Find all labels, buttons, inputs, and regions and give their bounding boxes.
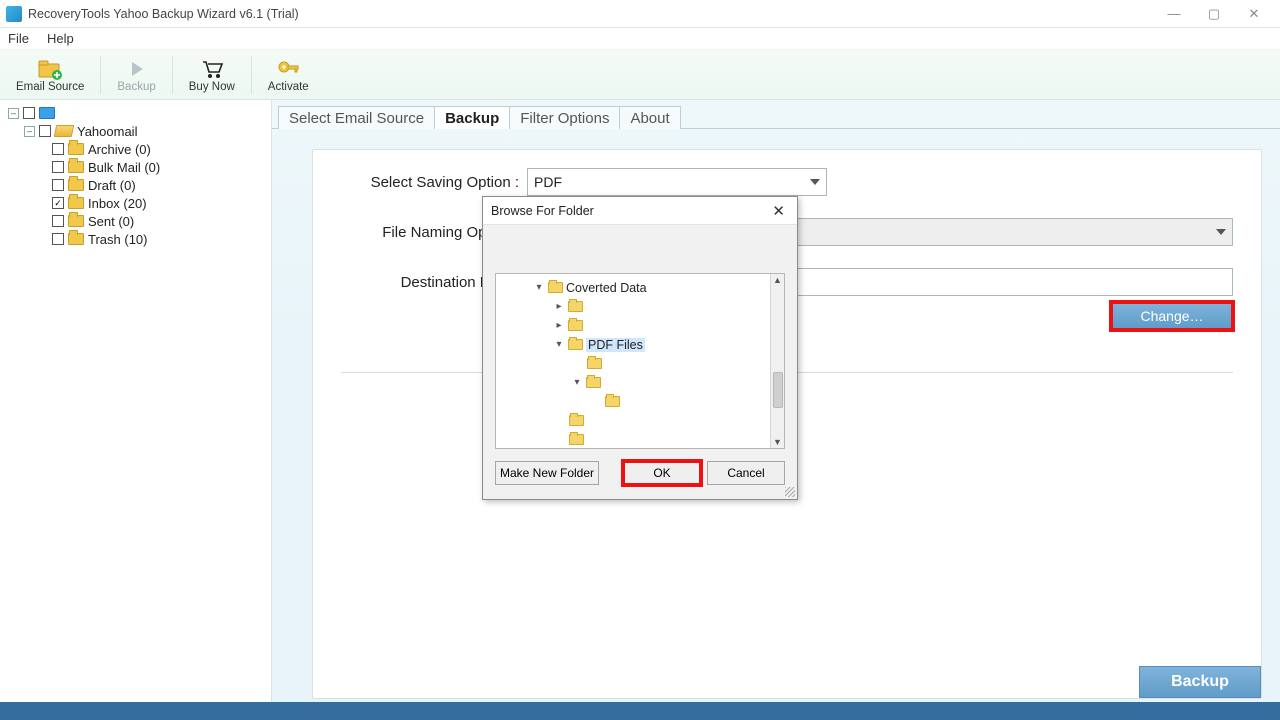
tree-item-draft[interactable]: Draft (0) — [52, 176, 267, 194]
folder-icon — [605, 396, 620, 407]
saving-option-label: Select Saving Option : — [341, 174, 519, 191]
folder-icon — [586, 377, 601, 388]
folder-label[interactable]: Coverted Data — [566, 281, 647, 295]
tool-buy-now[interactable]: Buy Now — [179, 55, 245, 95]
toolbar-divider — [172, 56, 173, 94]
ok-button[interactable]: OK — [623, 461, 701, 485]
tree-item-label: Bulk Mail (0) — [88, 160, 160, 175]
scroll-up-icon[interactable]: ▲ — [773, 274, 782, 286]
tree-root[interactable]: – — [8, 104, 267, 122]
checkbox[interactable] — [23, 107, 35, 119]
window-titlebar: RecoveryTools Yahoo Backup Wizard v6.1 (… — [0, 0, 1280, 28]
tree-item-bulk[interactable]: Bulk Mail (0) — [52, 158, 267, 176]
folder-icon — [568, 301, 583, 312]
open-folder-icon — [54, 125, 75, 137]
folder-icon — [68, 215, 84, 227]
dialog-title: Browse For Folder — [491, 204, 594, 218]
tree-item-archive[interactable]: Archive (0) — [52, 140, 267, 158]
browse-folder-dialog: Browse For Folder ✕ ▾ Coverted Data ▸ ▸ ▾… — [482, 196, 798, 500]
tool-label: Buy Now — [189, 81, 235, 93]
folder-icon — [569, 415, 584, 426]
tree-item-inbox[interactable]: ✓ Inbox (20) — [52, 194, 267, 212]
make-new-folder-button[interactable]: Make New Folder — [495, 461, 599, 485]
change-button[interactable]: Change… — [1111, 302, 1233, 330]
checkbox[interactable] — [52, 161, 64, 173]
folder-icon — [569, 434, 584, 445]
collapse-icon[interactable]: – — [24, 126, 35, 137]
chevron-down-icon[interactable]: ▾ — [553, 339, 565, 350]
minimize-button[interactable]: — — [1154, 2, 1194, 26]
tree-item-label: Trash (10) — [88, 232, 147, 247]
tab-backup[interactable]: Backup — [434, 106, 510, 129]
tool-label: Backup — [117, 81, 155, 93]
status-bar — [0, 702, 1280, 720]
folder-icon — [548, 282, 563, 293]
menu-help[interactable]: Help — [47, 31, 74, 46]
folder-tree[interactable]: – – Yahoomail Archive (0) Bulk Mail (0) … — [0, 100, 272, 702]
folder-icon — [68, 143, 84, 155]
folder-icon — [68, 197, 84, 209]
menu-file[interactable]: File — [8, 31, 29, 46]
menu-bar: File Help — [0, 28, 1280, 50]
computer-icon — [39, 107, 55, 119]
tree-item-label: Draft (0) — [88, 178, 136, 193]
tree-item-label: Inbox (20) — [88, 196, 147, 211]
folder-icon — [68, 179, 84, 191]
checkbox[interactable]: ✓ — [52, 197, 64, 209]
tab-about[interactable]: About — [619, 106, 680, 129]
tab-select-source[interactable]: Select Email Source — [278, 106, 435, 129]
checkbox[interactable] — [52, 179, 64, 191]
tree-item-trash[interactable]: Trash (10) — [52, 230, 267, 248]
folder-icon — [68, 233, 84, 245]
tool-activate[interactable]: Activate — [258, 55, 319, 95]
tab-strip: Select Email Source Backup Filter Option… — [272, 102, 1280, 128]
toolbar-divider — [251, 56, 252, 94]
tool-label: Email Source — [16, 81, 84, 93]
chevron-right-icon[interactable]: ▸ — [553, 320, 565, 331]
tree-item-label: Archive (0) — [88, 142, 151, 157]
toolbar-divider — [100, 56, 101, 94]
folder-icon — [587, 358, 602, 369]
folder-icon — [68, 161, 84, 173]
cancel-button[interactable]: Cancel — [707, 461, 785, 485]
folder-plus-icon — [37, 57, 63, 81]
maximize-button[interactable]: ▢ — [1194, 2, 1234, 26]
cart-icon — [199, 57, 225, 81]
scroll-down-icon[interactable]: ▼ — [773, 436, 782, 448]
toolbar: Email Source Backup Buy Now Activate — [0, 50, 1280, 100]
checkbox[interactable] — [39, 125, 51, 137]
tree-item-label: Sent (0) — [88, 214, 134, 229]
folder-label-selected[interactable]: PDF Files — [586, 338, 645, 352]
checkbox[interactable] — [52, 215, 64, 227]
scroll-thumb[interactable] — [773, 372, 783, 408]
collapse-icon[interactable]: – — [8, 108, 19, 119]
saving-option-select[interactable]: PDF — [527, 168, 827, 196]
folder-icon — [568, 339, 583, 350]
backup-button[interactable]: Backup — [1139, 666, 1261, 698]
app-icon — [6, 6, 22, 22]
chevron-down-icon[interactable]: ▾ — [533, 282, 545, 293]
checkbox[interactable] — [52, 233, 64, 245]
tree-account-label: Yahoomail — [77, 124, 137, 139]
dialog-close-icon[interactable]: ✕ — [768, 202, 789, 220]
tree-account[interactable]: – Yahoomail — [24, 122, 267, 140]
key-icon — [275, 57, 301, 81]
folder-icon — [568, 320, 583, 331]
tool-backup: Backup — [107, 55, 165, 95]
checkbox[interactable] — [52, 143, 64, 155]
close-button[interactable]: ✕ — [1234, 2, 1274, 26]
chevron-right-icon[interactable]: ▸ — [553, 301, 565, 312]
tool-email-source[interactable]: Email Source — [6, 55, 94, 95]
tree-item-sent[interactable]: Sent (0) — [52, 212, 267, 230]
folder-tree-box[interactable]: ▾ Coverted Data ▸ ▸ ▾ PDF Files ▾ ▲ ▼ — [495, 273, 785, 449]
tool-label: Activate — [268, 81, 309, 93]
dialog-titlebar[interactable]: Browse For Folder ✕ — [483, 197, 797, 225]
resize-grip-icon[interactable] — [785, 487, 795, 497]
window-title: RecoveryTools Yahoo Backup Wizard v6.1 (… — [28, 7, 299, 21]
tab-filter-options[interactable]: Filter Options — [509, 106, 620, 129]
scrollbar[interactable]: ▲ ▼ — [770, 274, 784, 448]
chevron-down-icon[interactable]: ▾ — [571, 377, 583, 388]
play-icon — [124, 57, 150, 81]
